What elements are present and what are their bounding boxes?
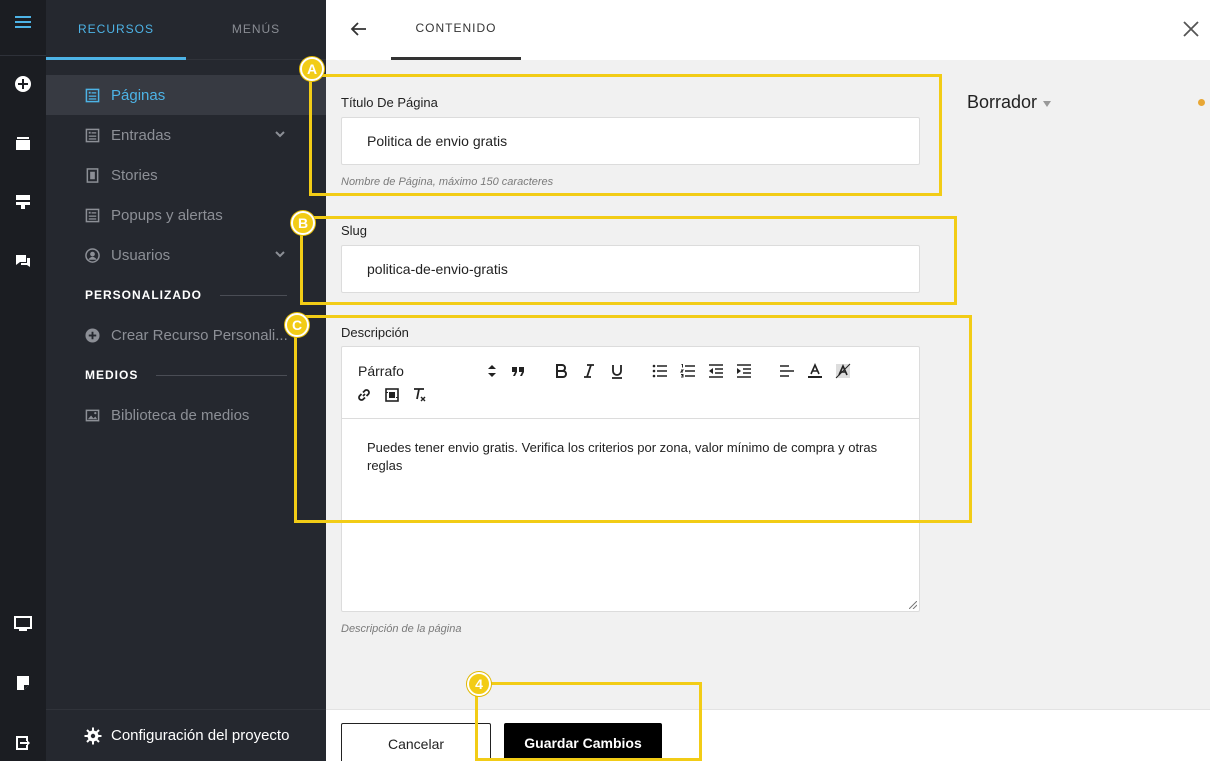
note-icon[interactable] — [11, 671, 35, 695]
monitor-icon[interactable] — [11, 612, 35, 636]
section-divider — [220, 294, 287, 296]
description-hint: Descripción de la página — [341, 623, 462, 635]
resize-handle-icon[interactable] — [909, 601, 917, 609]
sidebar: RECURSOS MENÚS Páginas Entradas Stories … — [46, 0, 326, 761]
sidebar-item-label: Entradas — [111, 126, 172, 144]
sidebar-item-label: Biblioteca de medios — [111, 406, 250, 424]
sidebar-item-stories[interactable]: Stories — [46, 155, 326, 195]
close-icon[interactable] — [1182, 20, 1200, 38]
annotation-badge-b: B — [291, 211, 315, 235]
chevron-down-icon[interactable] — [274, 128, 286, 140]
logout-icon[interactable] — [11, 731, 35, 755]
annotation-badge-c: C — [285, 313, 309, 337]
project-settings-label: Configuración del proyecto — [111, 727, 290, 744]
tab-contenido[interactable]: CONTENIDO — [391, 0, 521, 60]
add-circle-icon — [84, 327, 100, 343]
action-bar: Cancelar Guardar Cambios — [326, 709, 1210, 761]
popup-icon — [84, 207, 100, 223]
annotation-box-b — [300, 216, 957, 305]
annotation-box-a — [309, 74, 942, 196]
sidebar-item-label: Páginas — [111, 86, 166, 104]
sidebar-item-crear-recurso[interactable]: Crear Recurso Personali... — [46, 315, 326, 355]
sidebar-item-biblioteca[interactable]: Biblioteca de medios — [46, 395, 326, 435]
active-tab-indicator — [46, 57, 186, 60]
add-circle-icon[interactable] — [11, 72, 35, 96]
sidebar-item-label: Popups y alertas — [111, 206, 223, 224]
stories-icon — [84, 167, 100, 183]
tab-recursos[interactable]: RECURSOS — [46, 0, 186, 59]
section-medios: MEDIOS — [85, 368, 287, 382]
layout-icon[interactable] — [11, 190, 35, 214]
annotation-badge-4: 4 — [467, 672, 491, 696]
caret-down-icon — [1043, 100, 1052, 107]
user-icon — [84, 247, 100, 263]
rail-divider — [0, 55, 46, 56]
sidebar-item-entradas[interactable]: Entradas — [46, 115, 326, 155]
sidebar-tabs: RECURSOS MENÚS — [46, 0, 326, 60]
arrow-left-icon[interactable] — [348, 18, 370, 40]
status-select[interactable]: Borrador — [967, 92, 1052, 113]
status-label: Borrador — [967, 92, 1038, 112]
section-title: MEDIOS — [85, 368, 139, 382]
page-icon — [84, 87, 100, 103]
posts-icon — [84, 127, 100, 143]
content-header: CONTENIDO — [326, 0, 1210, 60]
menu-icon[interactable] — [11, 10, 35, 34]
sidebar-item-paginas[interactable]: Páginas — [46, 75, 326, 115]
tab-menus[interactable]: MENÚS — [186, 0, 326, 59]
sidebar-item-label: Usuarios — [111, 246, 171, 264]
section-divider — [156, 374, 287, 376]
folder-icon[interactable] — [11, 131, 35, 155]
image-icon — [84, 407, 100, 423]
sidebar-item-label: Stories — [111, 166, 158, 184]
annotation-badge-a: A — [300, 57, 324, 81]
project-settings[interactable]: Configuración del proyecto — [46, 709, 326, 761]
chevron-down-icon[interactable] — [274, 248, 286, 260]
chat-icon[interactable] — [11, 249, 35, 273]
icon-rail — [0, 0, 46, 761]
active-tab-indicator — [391, 57, 521, 60]
annotation-box-c — [294, 315, 972, 523]
sidebar-item-label: Crear Recurso Personali... — [111, 326, 288, 344]
status-dot — [1198, 99, 1205, 106]
section-personalizado: PERSONALIZADO — [85, 288, 287, 302]
cancel-button[interactable]: Cancelar — [341, 723, 491, 761]
sidebar-item-popups[interactable]: Popups y alertas — [46, 195, 326, 235]
gear-icon — [84, 727, 102, 744]
annotation-box-4 — [475, 682, 702, 761]
sidebar-item-usuarios[interactable]: Usuarios — [46, 235, 326, 275]
section-title: PERSONALIZADO — [85, 288, 203, 302]
